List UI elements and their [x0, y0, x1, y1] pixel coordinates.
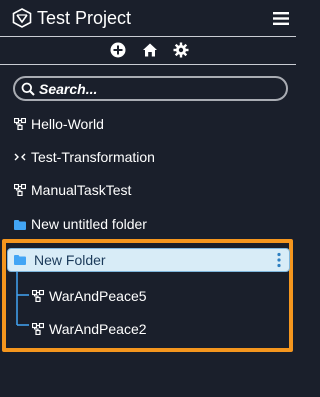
- search-input[interactable]: Search...: [13, 76, 288, 101]
- more-options-icon[interactable]: [275, 252, 283, 268]
- project-title: Test Project: [37, 8, 132, 28]
- tree-item-warandpeace2[interactable]: WarAndPeace2: [0, 317, 296, 343]
- folder-icon: [14, 255, 26, 265]
- tree-item-label: New Folder: [34, 252, 106, 268]
- gear-icon[interactable]: [173, 42, 189, 58]
- project-logo-icon: [12, 8, 32, 28]
- tree-item-new-folder[interactable]: New Folder: [7, 248, 290, 272]
- workflow-icon: [32, 323, 44, 335]
- tree-item-label: WarAndPeace5: [49, 288, 147, 304]
- tree-item-label: WarAndPeace2: [49, 321, 147, 337]
- search-placeholder: Search...: [39, 81, 98, 97]
- hamburger-menu-icon[interactable]: [273, 12, 289, 25]
- home-icon[interactable]: [142, 42, 158, 58]
- tree-item-hello-world[interactable]: Hello-World: [0, 110, 296, 140]
- toolbar: [0, 37, 296, 64]
- app-header: Test Project: [0, 0, 296, 36]
- tree-item-manualtasktest[interactable]: ManualTaskTest: [0, 176, 296, 206]
- folder-icon: [14, 220, 26, 230]
- search-icon: [21, 82, 35, 96]
- tree-item-test-transformation[interactable]: Test-Transformation: [0, 143, 296, 173]
- add-circle-icon[interactable]: [110, 42, 126, 58]
- tree-item-label: Test-Transformation: [31, 149, 155, 165]
- tree-item-label: ManualTaskTest: [31, 182, 132, 198]
- tree-item-label: New untitled folder: [31, 216, 147, 232]
- toolbar-divider: [0, 64, 296, 65]
- workflow-icon: [14, 118, 26, 130]
- workflow-icon: [32, 290, 44, 302]
- transformation-icon: [14, 153, 26, 161]
- tree-item-new-untitled-folder[interactable]: New untitled folder: [0, 210, 296, 240]
- workflow-icon: [14, 184, 26, 196]
- tree-item-label: Hello-World: [31, 116, 104, 132]
- tree-item-warandpeace5[interactable]: WarAndPeace5: [0, 284, 296, 310]
